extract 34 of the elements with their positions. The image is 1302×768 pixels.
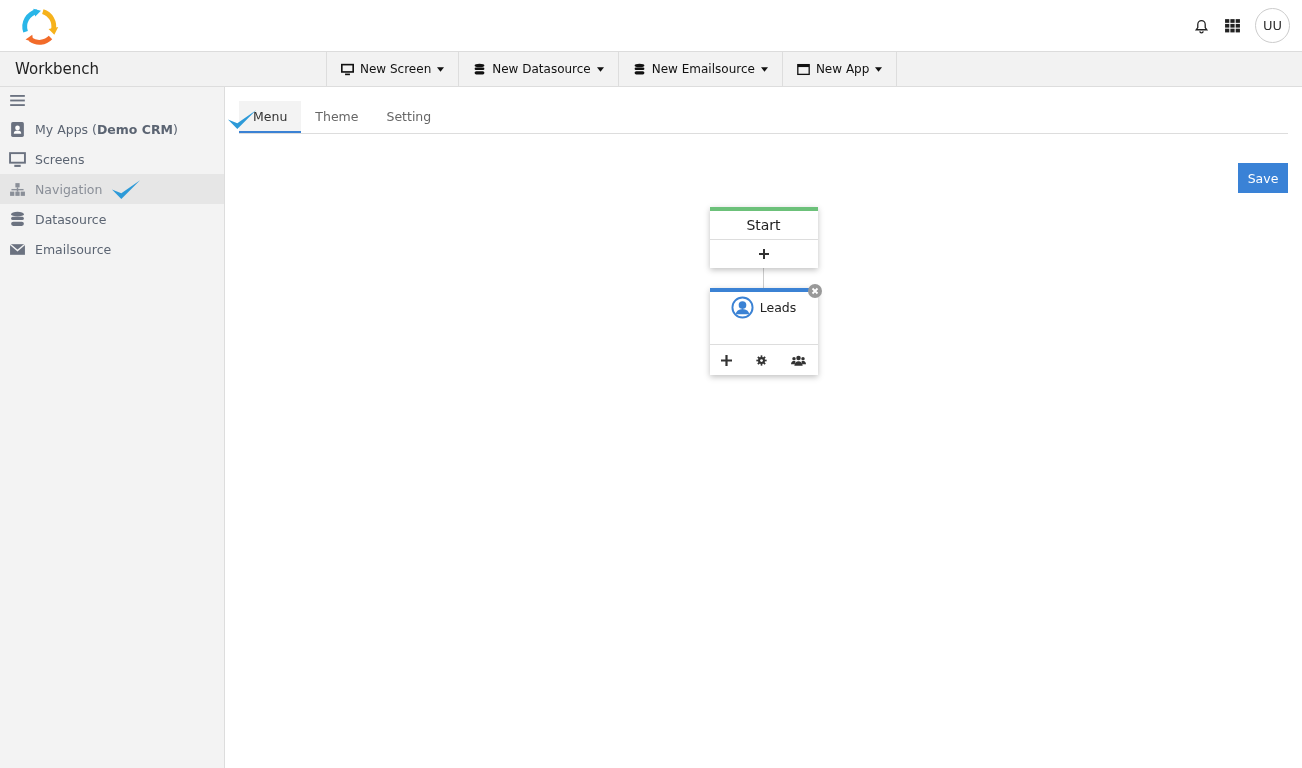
- bell-icon[interactable]: [1193, 17, 1210, 34]
- tab[interactable]: Menu: [239, 101, 302, 133]
- database-icon: [473, 62, 487, 76]
- add-icon[interactable]: [758, 249, 769, 259]
- save-button[interactable]: Save: [1238, 163, 1288, 193]
- contact-book-icon: [9, 120, 26, 138]
- add-icon[interactable]: [721, 354, 733, 366]
- database-icon: [632, 62, 646, 76]
- caret-icon: [437, 66, 445, 72]
- user-icon: [730, 296, 754, 319]
- start-node[interactable]: Start: [709, 207, 818, 268]
- workbench-title: Workbench: [15, 60, 99, 78]
- menu-icon[interactable]: [10, 95, 25, 106]
- close-icon[interactable]: [807, 284, 822, 298]
- sidebar-item[interactable]: Datasource: [0, 204, 224, 234]
- tab[interactable]: Setting: [372, 101, 446, 133]
- window-icon: [796, 62, 810, 76]
- tab[interactable]: Theme: [301, 101, 373, 133]
- sidebar-item[interactable]: Emailsource: [0, 234, 224, 264]
- node-title: Start: [709, 211, 818, 240]
- database-icon: [9, 210, 26, 228]
- users-icon[interactable]: [790, 354, 806, 366]
- sidebar-item[interactable]: My Apps (Demo CRM): [0, 114, 224, 144]
- monitor-icon: [341, 62, 354, 76]
- node-title: Leads: [759, 299, 797, 317]
- checkmark-icon: [111, 178, 142, 200]
- monitor-icon: [9, 150, 26, 168]
- caret-icon: [596, 66, 604, 72]
- settings-icon[interactable]: [756, 354, 767, 366]
- sidebar-item[interactable]: Screens: [0, 144, 224, 174]
- sitemap-icon: [9, 180, 26, 198]
- caret-icon: [875, 66, 883, 72]
- caret-icon: [760, 66, 768, 72]
- apps-grid-icon[interactable]: [1224, 17, 1241, 34]
